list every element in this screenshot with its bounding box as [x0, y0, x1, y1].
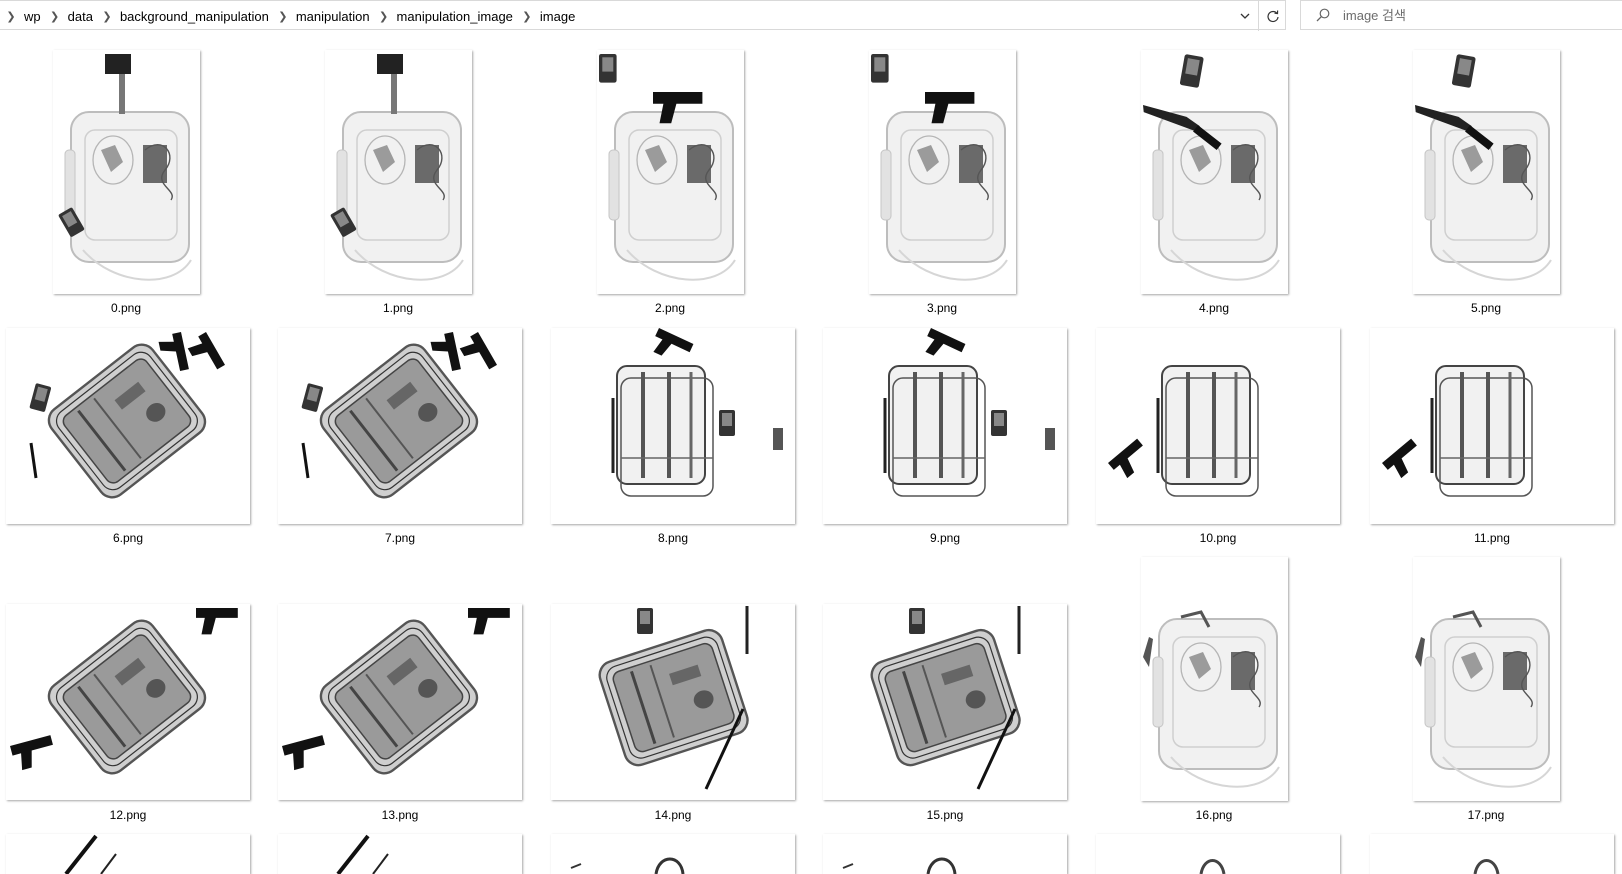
xray-image	[599, 54, 736, 281]
xray-image	[10, 608, 238, 781]
file-thumbnail-15[interactable]	[823, 604, 1067, 800]
search-box[interactable]	[1300, 0, 1622, 30]
file-thumbnail-3[interactable]	[869, 50, 1016, 294]
file-name[interactable]: 5.png	[1386, 301, 1586, 315]
xray-image	[1141, 54, 1280, 281]
file-thumbnail-partial[interactable]	[278, 834, 522, 874]
xray-image	[611, 328, 783, 498]
xray-image	[883, 328, 1055, 498]
file-thumbnail-11[interactable]	[1370, 328, 1614, 524]
breadcrumb-bar[interactable]: ❯ wp ❯ data ❯ background_manipulation ❯ …	[0, 0, 1286, 31]
breadcrumb-item-image[interactable]: image	[534, 9, 582, 24]
breadcrumb-item-data[interactable]: data	[62, 9, 100, 24]
file-name[interactable]: 13.png	[300, 808, 500, 822]
refresh-button[interactable]	[1258, 1, 1286, 31]
file-name[interactable]: 17.png	[1386, 808, 1586, 822]
xray-image	[64, 834, 117, 874]
file-name[interactable]: 10.png	[1118, 531, 1318, 545]
chevron-right-icon[interactable]: ❯	[4, 10, 18, 23]
file-name[interactable]: 11.png	[1392, 531, 1592, 545]
file-thumbnail-partial[interactable]	[1370, 834, 1614, 874]
file-thumbnail-partial[interactable]	[551, 834, 795, 874]
file-name[interactable]: 15.png	[845, 808, 1045, 822]
xray-image	[1199, 859, 1226, 874]
file-name[interactable]: 8.png	[573, 531, 773, 545]
file-name[interactable]: 12.png	[28, 808, 228, 822]
file-name[interactable]: 3.png	[842, 301, 1042, 315]
chevron-right-icon[interactable]: ❯	[377, 10, 391, 23]
file-thumbnail-2[interactable]	[597, 50, 744, 294]
file-thumbnail-partial[interactable]	[6, 834, 250, 874]
xray-image	[330, 54, 464, 281]
file-thumbnail-16[interactable]	[1141, 557, 1288, 801]
file-name[interactable]: 0.png	[26, 301, 226, 315]
xray-image	[1473, 859, 1500, 874]
xray-image	[336, 834, 389, 874]
file-name[interactable]: 2.png	[570, 301, 770, 315]
file-thumbnail-1[interactable]	[325, 50, 472, 294]
xray-image	[842, 857, 957, 874]
file-thumbnail-12[interactable]	[6, 604, 250, 800]
xray-image	[1413, 54, 1552, 281]
file-name[interactable]: 14.png	[573, 808, 773, 822]
file-thumbnail-partial[interactable]	[823, 834, 1067, 874]
breadcrumb-item-wp[interactable]: wp	[18, 9, 48, 24]
xray-image	[58, 54, 192, 281]
file-thumbnail-17[interactable]	[1413, 557, 1560, 801]
file-thumbnail-6[interactable]	[6, 328, 250, 524]
refresh-icon	[1266, 10, 1279, 23]
file-name[interactable]: 4.png	[1114, 301, 1314, 315]
xray-image	[871, 54, 1008, 281]
file-thumbnail-10[interactable]	[1096, 328, 1340, 524]
search-input[interactable]	[1341, 6, 1595, 24]
file-thumbnail-5[interactable]	[1413, 50, 1560, 294]
file-thumbnail-partial[interactable]	[1096, 834, 1340, 874]
file-name[interactable]: 1.png	[298, 301, 498, 315]
xray-image	[570, 857, 685, 874]
chevron-right-icon[interactable]: ❯	[48, 10, 62, 23]
xray-image	[29, 332, 225, 505]
address-history-button[interactable]	[1232, 1, 1258, 31]
file-thumbnail-7[interactable]	[278, 328, 522, 524]
xray-image	[1108, 364, 1260, 498]
file-thumbnail-13[interactable]	[278, 604, 522, 800]
xray-image	[1415, 610, 1552, 788]
search-icon	[1316, 8, 1330, 22]
chevron-down-icon	[1240, 13, 1250, 19]
file-name[interactable]: 16.png	[1114, 808, 1314, 822]
xray-image	[301, 332, 497, 505]
file-thumbnail-8[interactable]	[551, 328, 795, 524]
xray-image	[1382, 364, 1534, 498]
file-name[interactable]: 6.png	[28, 531, 228, 545]
xray-image	[282, 608, 510, 781]
file-thumbnail-4[interactable]	[1141, 50, 1288, 294]
file-thumbnail-9[interactable]	[823, 328, 1067, 524]
address-bar: ❯ wp ❯ data ❯ background_manipulation ❯ …	[0, 0, 1622, 32]
file-thumbnail-0[interactable]	[53, 50, 200, 294]
file-thumbnail-14[interactable]	[551, 604, 795, 800]
breadcrumb-item-manipulation-image[interactable]: manipulation_image	[391, 9, 520, 24]
xray-image	[837, 604, 1054, 800]
xray-image	[565, 604, 782, 800]
breadcrumb: ❯ wp ❯ data ❯ background_manipulation ❯ …	[4, 1, 582, 31]
chevron-right-icon[interactable]: ❯	[276, 10, 290, 23]
chevron-right-icon[interactable]: ❯	[520, 10, 534, 23]
breadcrumb-item-manipulation[interactable]: manipulation	[290, 9, 377, 24]
file-name[interactable]: 9.png	[845, 531, 1045, 545]
chevron-right-icon[interactable]: ❯	[100, 10, 114, 23]
xray-image	[1143, 610, 1280, 788]
file-name[interactable]: 7.png	[300, 531, 500, 545]
breadcrumb-item-background-manipulation[interactable]: background_manipulation	[114, 9, 276, 24]
